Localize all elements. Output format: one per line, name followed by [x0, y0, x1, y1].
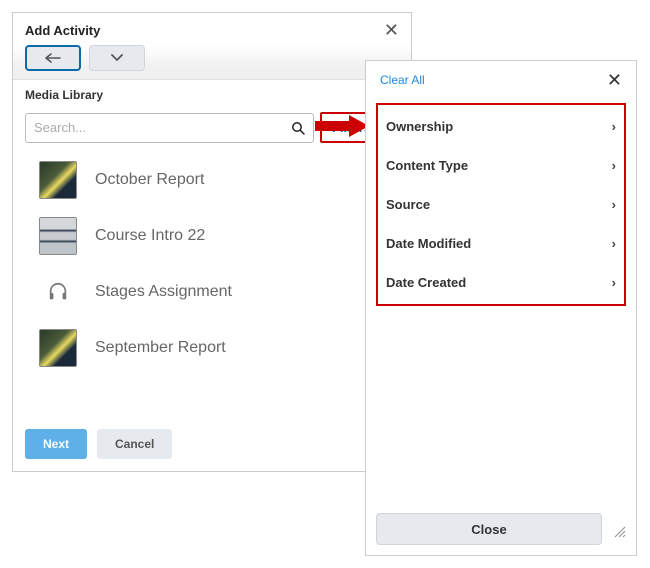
nav-row: [13, 45, 411, 80]
close-icon[interactable]: ✕: [607, 71, 622, 89]
list-item[interactable]: Course Intro 22: [25, 209, 399, 265]
chevron-down-icon: [111, 54, 123, 62]
search-icon[interactable]: [291, 121, 305, 135]
filter-label: Ownership: [386, 119, 453, 134]
filters-panel: Clear All ✕ Ownership › Content Type › S…: [365, 60, 637, 556]
chevron-right-icon: ›: [612, 236, 616, 251]
filter-label: Date Modified: [386, 236, 471, 251]
media-title: Stages Assignment: [95, 283, 232, 301]
headphones-icon: [39, 273, 77, 311]
close-button[interactable]: Close: [376, 513, 602, 545]
cancel-button[interactable]: Cancel: [97, 429, 172, 459]
media-title: September Report: [95, 339, 226, 357]
dropdown-toggle[interactable]: [89, 45, 145, 71]
close-icon[interactable]: ✕: [384, 21, 399, 39]
add-activity-dialog: Add Activity ✕ Media Library Filters Oct…: [12, 12, 412, 472]
list-item[interactable]: Stages Assignment: [25, 265, 399, 321]
thumbnail-icon: [39, 217, 77, 255]
arrow-left-icon: [45, 53, 61, 63]
dialog-title: Add Activity: [25, 23, 100, 38]
media-title: October Report: [95, 171, 204, 189]
resize-grip-icon[interactable]: [608, 520, 626, 538]
thumbnail-icon: [39, 329, 77, 367]
search-wrap: [25, 113, 314, 143]
chevron-right-icon: ›: [612, 119, 616, 134]
media-title: Course Intro 22: [95, 227, 205, 245]
chevron-right-icon: ›: [612, 158, 616, 173]
clear-all-link[interactable]: Clear All: [380, 73, 425, 87]
chevron-right-icon: ›: [612, 197, 616, 212]
list-item[interactable]: September Report: [25, 321, 399, 377]
section-label: Media Library: [13, 80, 411, 106]
filter-option-content-type[interactable]: Content Type ›: [378, 146, 624, 185]
chevron-right-icon: ›: [612, 275, 616, 290]
next-button[interactable]: Next: [25, 429, 87, 459]
filter-option-date-created[interactable]: Date Created ›: [378, 263, 624, 302]
filter-option-date-modified[interactable]: Date Modified ›: [378, 224, 624, 263]
filter-option-ownership[interactable]: Ownership ›: [378, 107, 624, 146]
footer-row: Next Cancel: [25, 429, 172, 459]
media-list: October Report Course Intro 22 Stages As…: [13, 153, 411, 377]
thumbnail-icon: [39, 161, 77, 199]
filter-label: Date Created: [386, 275, 466, 290]
filter-label: Source: [386, 197, 430, 212]
search-input[interactable]: [34, 120, 291, 135]
filter-label: Content Type: [386, 158, 468, 173]
filter-option-source[interactable]: Source ›: [378, 185, 624, 224]
filter-options-highlight: Ownership › Content Type › Source › Date…: [376, 103, 626, 306]
list-item[interactable]: October Report: [25, 153, 399, 209]
back-button[interactable]: [25, 45, 81, 71]
